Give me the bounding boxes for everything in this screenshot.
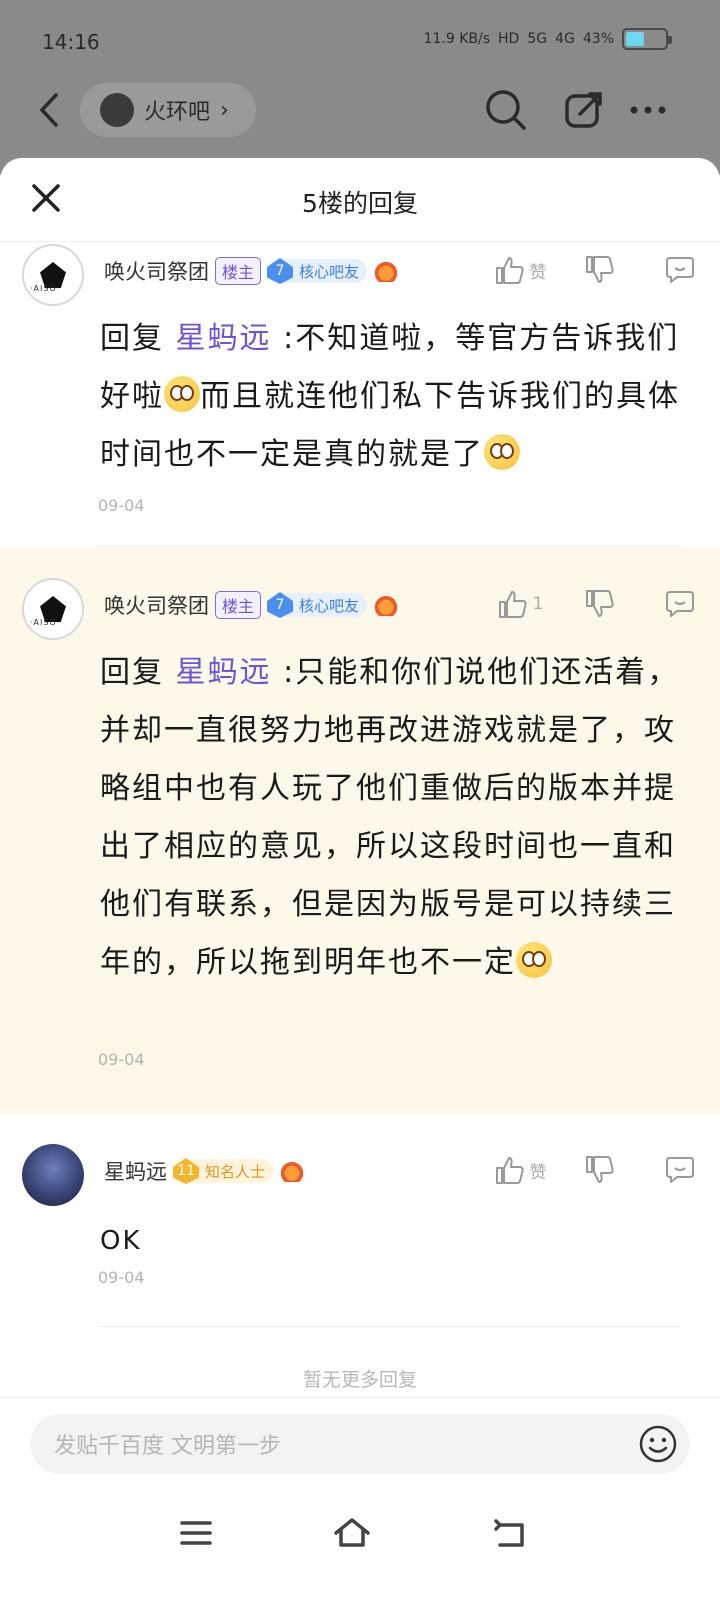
net-speed: 11.9 KB/s	[423, 31, 491, 47]
dislike-button[interactable]	[560, 588, 640, 620]
forum-avatar	[100, 93, 134, 127]
user-info: 唤火司祭团 楼主 7 核心吧友	[104, 590, 400, 620]
share-icon[interactable]	[562, 88, 606, 132]
fire-badge-icon	[279, 1160, 306, 1182]
level-badge: 11 知名人士	[173, 1158, 274, 1184]
avatar[interactable]: ·AISO·	[22, 244, 84, 306]
reply-item: 星蚂远 11 知名人士 赞 OK 09-04	[0, 1114, 720, 1332]
divider	[98, 546, 680, 547]
mention-link[interactable]: 星蚂远	[176, 321, 272, 356]
emoji-icon	[516, 942, 552, 978]
reply-content: 回复 星蚂远 :不知道啦，等官方告诉我们好啦 而且就连他们私下告诉我们的具体时间也…	[100, 321, 680, 472]
chevron-right-icon: ›	[220, 97, 229, 123]
emoji-icon	[484, 434, 520, 470]
divider	[98, 1326, 680, 1327]
dislike-button[interactable]	[560, 254, 640, 286]
bottom-area: 发贴千百度 文明第一步	[0, 1397, 720, 1605]
level-badge: 7 核心吧友	[267, 592, 368, 618]
emoji-icon	[164, 376, 200, 412]
no-more-replies: 暂无更多回复	[302, 1369, 417, 1391]
dislike-button[interactable]	[560, 1154, 640, 1186]
user-info: 唤火司祭团 楼主 7 核心吧友	[104, 256, 400, 286]
reply-content: OK	[100, 1226, 142, 1256]
status-bar: 14:16 11.9 KB/s HD 5G 4G 43%	[0, 26, 720, 56]
status-time: 14:16	[42, 30, 100, 54]
comment-icon	[666, 1157, 694, 1183]
user-info: 星蚂远 11 知名人士	[104, 1156, 306, 1186]
thumbs-up-icon	[498, 591, 527, 618]
forum-name: 火环吧	[144, 100, 211, 125]
username[interactable]: 星蚂远	[104, 1156, 167, 1186]
menu-icon[interactable]	[176, 1513, 216, 1553]
comment-icon	[666, 591, 694, 617]
back-nav-icon[interactable]	[490, 1513, 530, 1553]
like-button[interactable]: 1	[480, 588, 560, 620]
reply-actions: 1	[480, 588, 720, 620]
forum-chip[interactable]: 火环吧 ›	[80, 83, 256, 137]
comment-button[interactable]	[640, 1154, 720, 1186]
avatar[interactable]: ·AISO·	[22, 578, 84, 640]
reply-date: 09-04	[98, 1050, 145, 1069]
emoji-picker-icon[interactable]	[638, 1424, 678, 1464]
like-button[interactable]: 赞	[480, 254, 560, 286]
background-page: 14:16 11.9 KB/s HD 5G 4G 43% 火环吧 ›	[0, 0, 720, 175]
thumbs-up-icon	[495, 1157, 524, 1184]
home-icon[interactable]	[332, 1513, 372, 1553]
top-navbar: 火环吧 ›	[0, 80, 720, 140]
reply-date: 09-04	[98, 1268, 145, 1287]
username[interactable]: 唤火司祭团	[104, 590, 209, 620]
owner-badge: 楼主	[215, 591, 262, 619]
level-badge: 7 核心吧友	[267, 258, 368, 284]
reply-content: 回复 星蚂远 :只能和你们说他们还活着，并却一直很努力地再改进游戏就是了，攻略组…	[100, 655, 680, 980]
sheet-title: 5楼的回复	[302, 189, 418, 218]
thumbs-down-icon	[586, 1156, 614, 1183]
more-icon[interactable]	[626, 88, 670, 132]
like-button[interactable]: 赞	[480, 1154, 560, 1186]
reply-item-highlighted: ·AISO· 唤火司祭团 楼主 7 核心吧友 1 回复 星蚂远 :只能和你们说他们…	[0, 548, 720, 1114]
battery-icon	[622, 28, 672, 50]
thumbs-down-icon	[586, 590, 614, 617]
fire-badge-icon	[373, 594, 400, 616]
comment-button[interactable]	[640, 588, 720, 620]
thumbs-up-icon	[495, 257, 524, 284]
reply-date: 09-04	[98, 496, 145, 515]
thumbs-down-icon	[586, 256, 614, 283]
hd-indicator: HD	[498, 31, 520, 47]
username[interactable]: 唤火司祭团	[104, 256, 209, 286]
comment-button[interactable]	[640, 254, 720, 286]
sheet-header: 5楼的回复	[0, 158, 720, 242]
avatar[interactable]	[22, 1144, 84, 1206]
search-icon[interactable]	[484, 88, 528, 132]
reply-actions: 赞	[480, 254, 720, 286]
reply-input[interactable]: 发贴千百度 文明第一步	[30, 1414, 690, 1474]
reply-item: ·AISO· 唤火司祭团 楼主 7 核心吧友 赞 回复 星蚂远 :不知道啦，等官方…	[0, 242, 720, 548]
mention-link[interactable]: 星蚂远	[176, 655, 272, 690]
owner-badge: 楼主	[215, 257, 262, 285]
fire-badge-icon	[373, 260, 400, 282]
comment-icon	[666, 257, 694, 283]
battery-percent: 43%	[582, 31, 614, 47]
back-arrow-icon[interactable]	[34, 92, 64, 128]
status-right: 11.9 KB/s HD 5G 4G 43%	[423, 28, 672, 50]
signal-5g: 5G	[527, 31, 548, 47]
system-nav-bar	[0, 1503, 720, 1563]
input-placeholder: 发贴千百度 文明第一步	[54, 1434, 281, 1459]
signal-4g: 4G	[555, 31, 575, 47]
reply-actions: 赞	[480, 1154, 720, 1186]
